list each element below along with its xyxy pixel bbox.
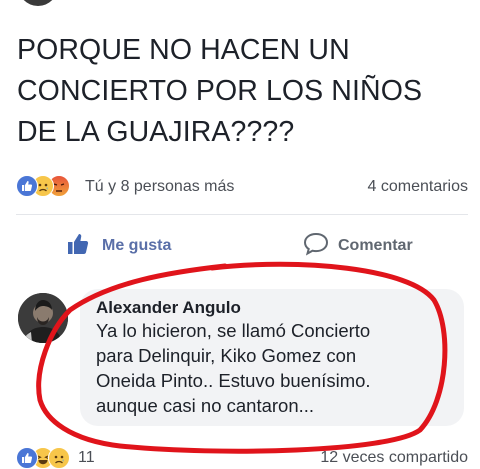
comment-reaction-count[interactable]: 11 <box>78 449 95 467</box>
divider <box>16 214 468 215</box>
thumbs-up-icon <box>66 232 90 261</box>
comment-reaction-icons[interactable] <box>16 447 70 469</box>
like-icon <box>16 447 38 469</box>
like-label: Me gusta <box>102 237 172 254</box>
comments-count[interactable]: 4 comentarios <box>368 178 469 196</box>
comment-button[interactable]: Comentar <box>302 230 413 262</box>
like-icon <box>16 175 38 197</box>
comment-label: Comentar <box>338 237 413 254</box>
reactions-summary[interactable]: Tú y 8 personas más 4 comentarios <box>16 174 468 200</box>
comment-text: Ya lo hicieron, se llamó Concierto para … <box>96 320 371 416</box>
post-text: PORQUE NO HACEN UN CONCIERTO POR LOS NIÑ… <box>17 34 423 148</box>
reactions-summary-text[interactable]: Tú y 8 personas más <box>85 178 234 196</box>
speech-bubble-icon <box>302 231 330 262</box>
like-button[interactable]: Me gusta <box>66 230 171 262</box>
shares-count[interactable]: 12 veces compartido <box>320 449 468 467</box>
comment-author[interactable]: Alexander Angulo <box>96 298 241 318</box>
reaction-icons[interactable] <box>16 175 70 197</box>
avatar[interactable] <box>18 293 68 343</box>
comment-footer: 11 12 veces compartido <box>16 446 468 469</box>
previous-avatar-fragment <box>18 0 58 6</box>
sad-icon <box>48 447 70 469</box>
comment-bubble: Alexander Angulo Ya lo hicieron, se llam… <box>80 289 464 426</box>
